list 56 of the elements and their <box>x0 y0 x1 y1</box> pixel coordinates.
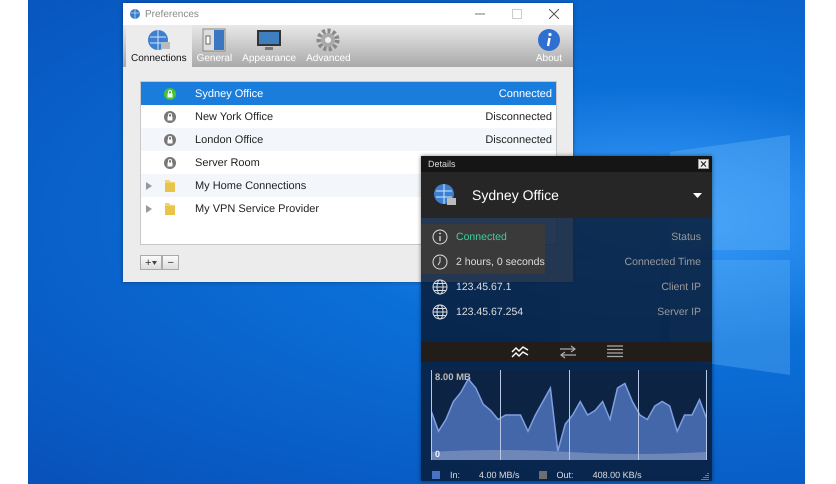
detail-label: Connected Time <box>624 256 702 268</box>
folder-icon <box>164 178 176 192</box>
info-icon <box>536 28 561 52</box>
close-icon[interactable] <box>698 159 709 169</box>
remove-button[interactable]: − <box>162 255 179 270</box>
window-title: Preferences <box>145 8 199 20</box>
clock-icon <box>432 254 448 270</box>
connection-name: Server Room <box>195 156 260 168</box>
detail-label: Client IP <box>661 280 702 292</box>
expand-arrow-icon[interactable] <box>146 204 152 212</box>
switch-panel-icon <box>202 28 226 52</box>
globe-icon <box>146 28 172 52</box>
globe-icon <box>432 304 448 320</box>
globe-icon <box>129 8 141 20</box>
connection-status: Disconnected <box>485 134 553 146</box>
monitor-icon <box>256 28 282 52</box>
legend-value: 4.00 MB/s <box>479 470 520 480</box>
legend-label: In: <box>450 470 460 480</box>
axis-label: 0 <box>435 449 440 459</box>
connection-name: Sydney Office <box>195 88 264 100</box>
dropdown-caret-icon[interactable] <box>693 192 702 198</box>
expand-arrow-icon[interactable] <box>146 182 152 190</box>
connection-name: My Home Connections <box>195 180 306 192</box>
gear-icon <box>316 28 340 52</box>
legend-value: 408.00 KB/s <box>592 470 642 480</box>
detail-value: Connected <box>456 230 507 242</box>
detail-value: 123.45.67.254 <box>456 306 524 318</box>
detail-label: Status <box>671 230 702 242</box>
info-icon <box>432 228 448 244</box>
axis-label: 8.00 MB <box>435 372 471 383</box>
globe-icon <box>433 183 457 207</box>
close-icon[interactable] <box>549 9 559 19</box>
folder-icon <box>164 202 176 216</box>
caret-icon <box>152 260 158 264</box>
arrows-icon <box>558 345 576 359</box>
toolbar-tab[interactable]: Connections <box>126 25 192 67</box>
connection-status: Connected <box>498 88 553 100</box>
graph-icon <box>510 345 528 359</box>
list-icon <box>606 345 622 359</box>
connection-name: London Office <box>195 134 264 146</box>
view-tab[interactable] <box>606 345 622 359</box>
globe-icon <box>432 278 448 294</box>
connection-row[interactable]: Sydney Office Connected <box>141 82 556 105</box>
panel-title: Details <box>428 159 456 169</box>
resize-grip-icon[interactable] <box>701 472 709 480</box>
legend-label: Out: <box>556 470 574 480</box>
detail-value: 2 hours, 0 seconds <box>456 256 545 268</box>
connection-row[interactable]: London Office Disconnected <box>141 128 556 151</box>
view-tab[interactable] <box>558 345 576 359</box>
add-button[interactable]: + <box>140 255 162 270</box>
connection-row[interactable]: New York Office Disconnected <box>141 105 556 128</box>
connection-name: My VPN Service Provider <box>195 202 320 214</box>
detail-value: 123.45.67.1 <box>456 280 512 292</box>
detail-label: Server IP <box>657 306 702 318</box>
connection-name: New York Office <box>195 110 274 122</box>
connection-status: Disconnected <box>485 110 553 122</box>
